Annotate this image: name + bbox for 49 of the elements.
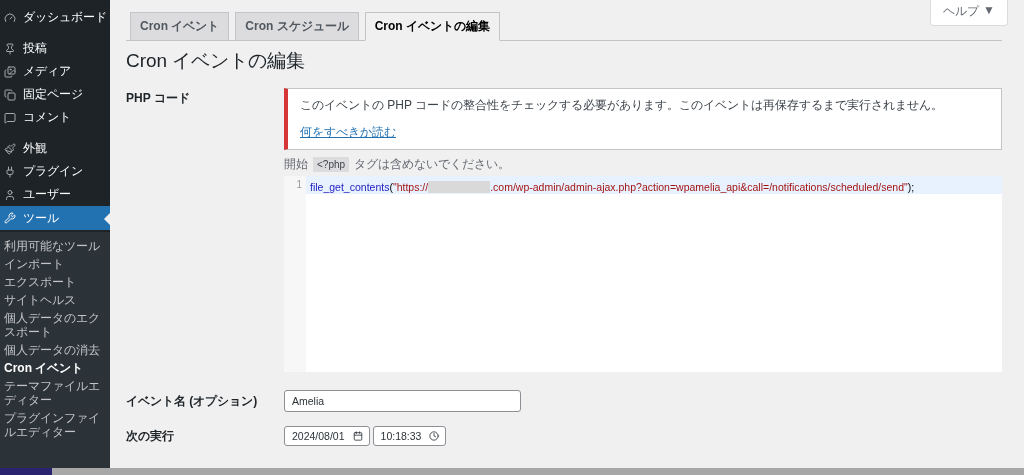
sidebar-menu-item[interactable]: メディア (0, 60, 110, 83)
submenu-item[interactable]: テーマファイルエディター (0, 377, 110, 409)
sidebar-menu-item[interactable]: 固定ページ (0, 83, 110, 106)
submenu-item[interactable]: Cron イベント (0, 359, 110, 377)
sidebar-menu-item[interactable]: プラグイン (0, 160, 110, 183)
menu-icon (4, 212, 16, 224)
tab[interactable]: Cron イベント (130, 12, 230, 41)
sidebar-menu-item[interactable]: ユーザー (0, 183, 110, 206)
code-tag: <?php (313, 157, 350, 172)
code-editor[interactable]: 1 file_get_contents("https:// .com/wp-admin/admin-ajax.php?action=wpamelia_api&call=/notifications/scheduled/send"); (284, 176, 1002, 372)
menu-icon (4, 11, 16, 24)
help-button[interactable]: ヘルプ ▼ (930, 0, 1008, 26)
hint-text: 開始 (284, 156, 308, 173)
notice-text: このイベントの PHP コードの整合性をチェックする必要があります。このイベントは再保存するまで実行されません。 (300, 97, 945, 114)
sidebar-menu-item[interactable]: 投稿 (0, 37, 110, 60)
submenu-item[interactable]: インポート (0, 255, 110, 273)
submenu-item[interactable]: 個人データのエクスポート (0, 309, 110, 341)
bar-segment (0, 468, 52, 475)
tab[interactable]: Cron イベントの編集 (364, 12, 501, 41)
hint-text: タグは含めないでください。 (354, 156, 511, 173)
field-label: イベント名 (オプション) (126, 392, 259, 410)
submenu-item[interactable]: サイトヘルス (0, 291, 110, 309)
line-number: 1 (295, 178, 303, 192)
sidebar-menu-item[interactable]: 外観 (0, 137, 110, 160)
menu-icon (4, 42, 16, 55)
calendar-icon (352, 431, 363, 441)
menu-icon (4, 88, 16, 101)
menu-icon (4, 65, 16, 78)
date-field[interactable]: 2024/08/01 (284, 426, 370, 446)
sidebar-menu-item[interactable]: コメント (0, 106, 110, 129)
sidebar-menu-item[interactable]: ツール (0, 206, 110, 230)
sidebar-menu-item[interactable]: ダッシュボード (0, 6, 110, 29)
submenu-item[interactable]: 個人データの消去 (0, 341, 110, 359)
tab[interactable]: Cron スケジュール (235, 12, 359, 41)
notice-link[interactable]: 何をすべきか読む (300, 124, 396, 141)
current-page-pointer (104, 213, 110, 225)
menu-icon (4, 111, 16, 124)
page-title: Cron イベントの編集 (126, 49, 307, 73)
submenu-item[interactable]: 利用可能なツール (0, 237, 110, 255)
field-label: PHP コード (126, 90, 191, 107)
clock-icon (429, 431, 440, 441)
time-field[interactable]: 10:18:33 (372, 426, 447, 446)
submenu-item[interactable]: エクスポート (0, 273, 110, 291)
menu-icon (4, 188, 16, 201)
menu-icon (4, 165, 16, 178)
field-label: 次の実行 (126, 427, 175, 445)
menu-icon (4, 142, 16, 155)
event-name-field[interactable]: Amelia (284, 390, 521, 412)
submenu-item[interactable]: プラグインファイルエディター (0, 409, 110, 441)
